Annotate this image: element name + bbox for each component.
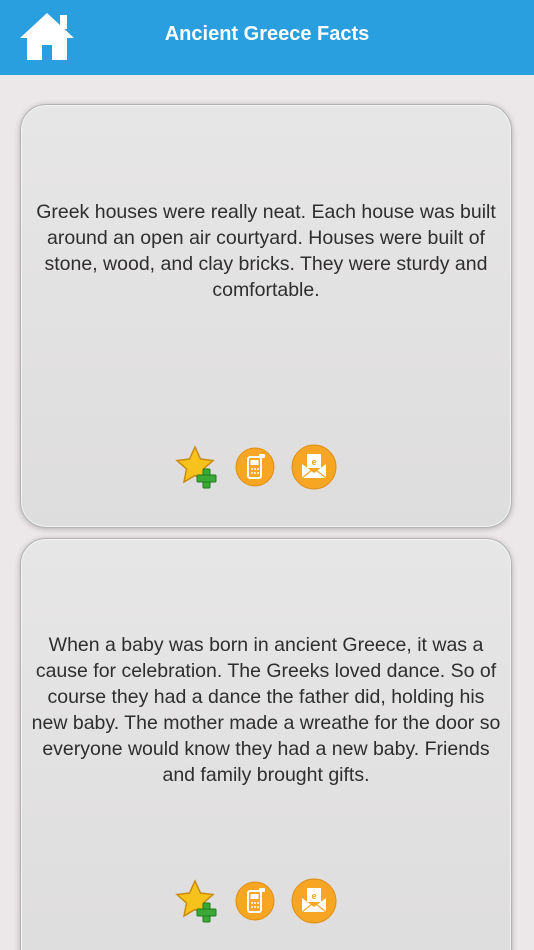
email-icon[interactable]: e [291,444,337,490]
favorite-add-icon[interactable] [175,879,219,923]
svg-text:e: e [311,457,316,467]
favorite-add-icon[interactable] [175,445,219,489]
page-title: Ancient Greece Facts [164,23,370,45]
fact-actions: e [21,878,511,925]
fact-text: When a baby was born in ancient Greece, … [31,634,501,786]
fact-text: Greek houses were really neat. Each hous… [36,201,496,301]
top-navigation-bar: Ancient Greece Facts [0,0,534,75]
email-icon[interactable]: e [291,878,337,924]
fact-card: Greek houses were really neat. Each hous… [20,104,512,528]
sms-phone-icon[interactable] [235,881,275,921]
fact-card: When a baby was born in ancient Greece, … [20,538,512,950]
svg-text:e: e [311,891,316,901]
fact-actions: e [21,444,511,491]
sms-phone-icon[interactable] [235,447,275,487]
